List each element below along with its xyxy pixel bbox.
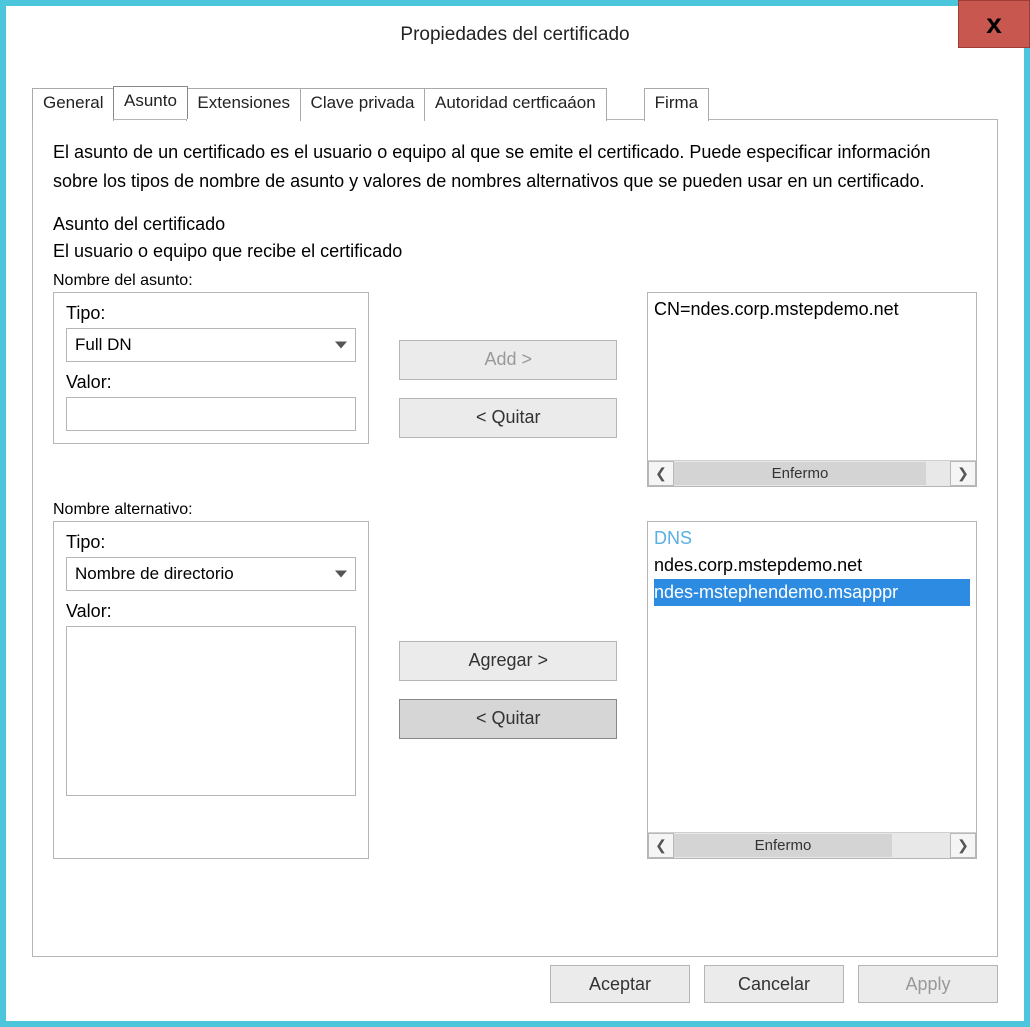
tab-clave-privada[interactable]: Clave privada: [300, 88, 426, 121]
close-icon: x: [986, 10, 1002, 38]
section-heading: Asunto del certificado: [53, 214, 977, 235]
scroll-thumb-label: Enfermo: [674, 462, 926, 485]
intro-text: El asunto de un certificado es el usuari…: [53, 138, 977, 196]
subject-name-label: Nombre del asunto:: [53, 272, 977, 290]
subject-type-select[interactable]: Full DN: [66, 328, 356, 362]
alt-add-button[interactable]: Agregar >: [399, 641, 617, 681]
list-item[interactable]: CN=ndes.corp.mstepdemo.net: [654, 296, 970, 323]
scroll-left-icon[interactable]: ❮: [648, 833, 674, 858]
subject-value-input[interactable]: [66, 397, 356, 431]
subject-value-label: Valor:: [66, 372, 356, 393]
certificate-properties-window: Propiedades del certificado x General As…: [0, 0, 1030, 1027]
alt-type-label: Tipo:: [66, 532, 356, 553]
h-scrollbar[interactable]: ❮ Enfermo ❯: [648, 832, 976, 858]
alt-value-textarea[interactable]: [66, 626, 356, 796]
scroll-left-icon[interactable]: ❮: [648, 461, 674, 486]
alt-type-value: Nombre de directorio: [75, 564, 234, 584]
tab-content-asunto: El asunto de un certificado es el usuari…: [32, 119, 998, 957]
h-scrollbar[interactable]: ❮ Enfermo ❯: [648, 460, 976, 486]
tab-asunto[interactable]: Asunto: [113, 86, 188, 119]
ok-button[interactable]: Aceptar: [550, 965, 690, 1003]
scroll-track[interactable]: Enfermo: [674, 833, 950, 858]
alt-name-label: Nombre alternativo:: [53, 501, 977, 519]
close-button[interactable]: x: [958, 0, 1030, 48]
tab-area: General Asunto Extensiones Clave privada…: [6, 64, 1024, 957]
list-item[interactable]: ndes.corp.mstepdemo.net: [654, 552, 970, 579]
alt-remove-button[interactable]: < Quitar: [399, 699, 617, 739]
scroll-thumb-label: Enfermo: [674, 834, 892, 857]
alt-name-row: Tipo: Nombre de directorio Valor: Agrega…: [53, 521, 977, 859]
alt-name-listbox[interactable]: DNS ndes.corp.mstepdemo.net ndes-mstephe…: [647, 521, 977, 859]
scroll-track[interactable]: Enfermo: [674, 461, 950, 486]
tab-extensiones[interactable]: Extensiones: [186, 88, 301, 121]
subject-name-group: Tipo: Full DN Valor:: [53, 292, 369, 444]
alt-type-select[interactable]: Nombre de directorio: [66, 557, 356, 591]
subject-type-label: Tipo:: [66, 303, 356, 324]
subject-remove-button[interactable]: < Quitar: [399, 398, 617, 438]
tabs: General Asunto Extensiones Clave privada…: [32, 86, 998, 119]
apply-button[interactable]: Apply: [858, 965, 998, 1003]
tab-spacer: [605, 88, 645, 121]
list-item-selected[interactable]: ndes-mstephendemo.msapppr: [654, 579, 970, 606]
subject-name-row: Tipo: Full DN Valor: Add > < Quitar: [53, 292, 977, 487]
tab-general[interactable]: General: [32, 88, 114, 121]
section-subheading: El usuario o equipo que recibe el certif…: [53, 241, 977, 262]
scroll-right-icon[interactable]: ❯: [950, 461, 976, 486]
scroll-right-icon[interactable]: ❯: [950, 833, 976, 858]
subject-name-listbox[interactable]: CN=ndes.corp.mstepdemo.net ❮ Enfermo ❯: [647, 292, 977, 487]
dialog-footer: Aceptar Cancelar Apply: [6, 957, 1024, 1021]
window-title: Propiedades del certificado: [400, 24, 629, 46]
cancel-button[interactable]: Cancelar: [704, 965, 844, 1003]
subject-type-value: Full DN: [75, 335, 132, 355]
chevron-down-icon: [335, 341, 347, 348]
tab-firma[interactable]: Firma: [644, 88, 709, 121]
tab-autoridad[interactable]: Autoridad certficaáon: [424, 88, 607, 121]
chevron-down-icon: [335, 570, 347, 577]
alt-value-label: Valor:: [66, 601, 356, 622]
list-item-header: DNS: [654, 525, 970, 552]
alt-name-group: Tipo: Nombre de directorio Valor:: [53, 521, 369, 859]
titlebar: Propiedades del certificado x: [6, 6, 1024, 64]
subject-add-button[interactable]: Add >: [399, 340, 617, 380]
